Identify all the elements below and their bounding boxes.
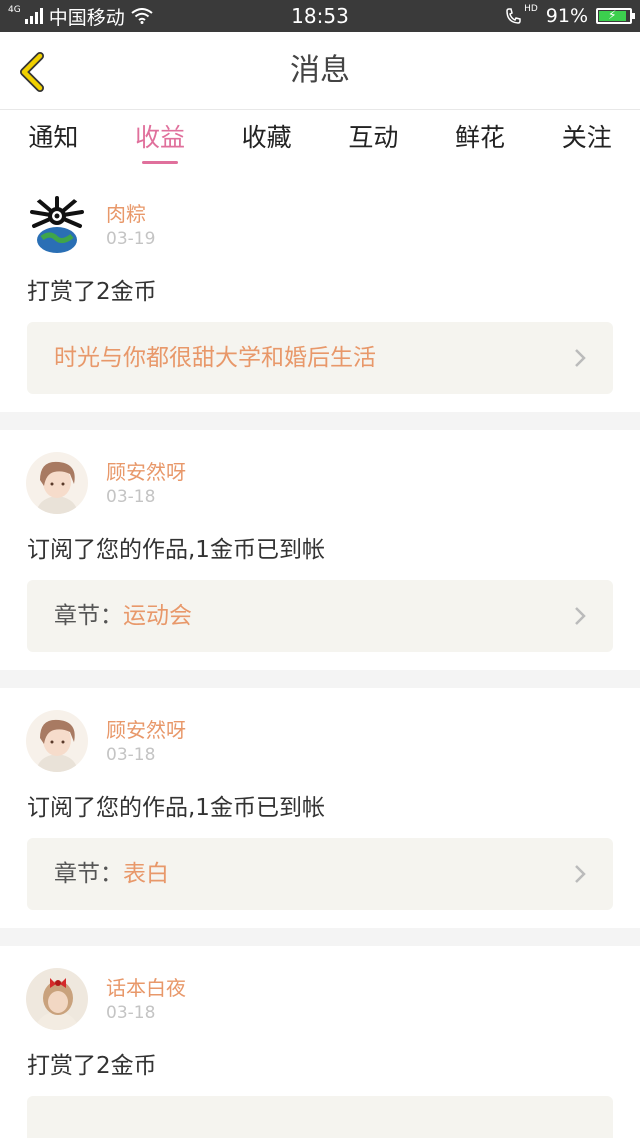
message-card: 肉粽 03-19 打赏了2金币 时光与你都很甜大学和婚后生活 [0,172,640,412]
ref-text: 章节：表白 [54,838,169,910]
battery-icon: ⚡ [596,8,635,24]
username[interactable]: 话本白夜 [106,972,186,1001]
status-bar: 4G 中国移动 18:53 HD 91% ⚡ [0,0,640,32]
anime-boy-avatar[interactable] [26,452,88,514]
card-separator [0,412,640,430]
hd-badge: HD [524,4,538,14]
message-text: 打赏了2金币 [27,1053,157,1079]
message-date: 03-18 [106,1003,156,1023]
message-text: 订阅了您的作品,1金币已到帐 [27,795,325,821]
message-text: 打赏了2金币 [27,279,157,305]
tab-favorites[interactable]: 收藏 [213,110,320,172]
phone-hd-icon [506,8,521,24]
message-card: 话本白夜 03-18 打赏了2金币 [0,946,640,1138]
chapter-prefix: 章节： [54,861,123,887]
card-separator [0,928,640,946]
message-feed: 肉粽 03-19 打赏了2金币 时光与你都很甜大学和婚后生活 顾安然呀 03-1… [0,172,640,1138]
anime-boy-avatar[interactable] [26,710,88,772]
chapter-reference-link[interactable]: 章节：表白 [27,838,613,910]
chapter-title: 表白 [123,861,169,887]
chevron-right-icon [575,349,586,367]
girl-red-bow-avatar[interactable] [26,968,88,1030]
tab-interactions[interactable]: 互动 [320,110,427,172]
spider-globe-avatar[interactable] [26,194,88,256]
tab-bar: 通知 收益 收藏 互动 鲜花 关注 [0,110,640,172]
title-bar: 消息 [0,32,640,110]
ref-text: 章节：运动会 [54,580,192,652]
status-right: HD 91% ⚡ [504,0,635,32]
tab-following[interactable]: 关注 [533,110,640,172]
username[interactable]: 肉粽 [106,198,146,227]
tab-notifications[interactable]: 通知 [0,110,107,172]
message-card: 顾安然呀 03-18 订阅了您的作品,1金币已到帐 章节：运动会 [0,430,640,670]
battery-percent: 91% [545,5,588,27]
username[interactable]: 顾安然呀 [106,456,186,485]
card-separator [0,670,640,688]
message-text: 订阅了您的作品,1金币已到帐 [27,537,325,563]
message-date: 03-18 [106,487,156,507]
work-reference-link[interactable]: 时光与你都很甜大学和婚后生活 [27,322,613,394]
page-title: 消息 [290,53,350,88]
message-date: 03-18 [106,745,156,765]
tab-earnings[interactable]: 收益 [107,110,214,172]
chapter-title: 运动会 [123,603,192,629]
chapter-reference-link[interactable]: 章节：运动会 [27,580,613,652]
tab-flowers[interactable]: 鲜花 [427,110,534,172]
ref-text: 时光与你都很甜大学和婚后生活 [54,322,376,394]
chapter-prefix: 章节： [54,603,123,629]
chevron-right-icon [575,607,586,625]
username[interactable]: 顾安然呀 [106,714,186,743]
work-reference-link[interactable] [27,1096,613,1138]
message-date: 03-19 [106,229,156,249]
work-title: 时光与你都很甜大学和婚后生活 [54,345,376,371]
message-card: 顾安然呀 03-18 订阅了您的作品,1金币已到帐 章节：表白 [0,688,640,928]
chevron-right-icon [575,865,586,883]
